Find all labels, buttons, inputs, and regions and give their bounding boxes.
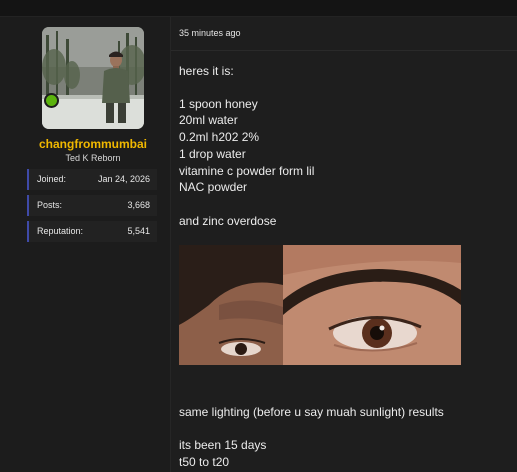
post-text-line: 20ml water [179, 113, 238, 127]
stat-label: Posts: [37, 200, 63, 210]
post-text-line: t50 to t20 [179, 455, 230, 469]
eye-comparison-photo[interactable] [179, 245, 461, 365]
stat-value: 3,668 [127, 200, 150, 210]
post-text-line: 1 drop water [179, 147, 246, 161]
stat-reputation: Reputation: 5,541 [27, 221, 157, 242]
username-link[interactable]: changfrommumbai [0, 137, 186, 151]
stat-label: Reputation: [37, 226, 84, 236]
stat-joined: Joined: Jan 24, 2026 [27, 169, 157, 190]
stat-value: Jan 24, 2026 [97, 174, 150, 184]
post-text-line: vitamine c powder form lil [179, 164, 315, 178]
post-text-line: and zinc overdose [179, 214, 277, 228]
post-text-line: same lighting (before u say muah sunligh… [179, 405, 444, 419]
post-text-line: NAC powder [179, 180, 248, 194]
top-bar [0, 0, 517, 17]
online-status-indicator [44, 93, 59, 108]
post-text-line: heres it is: [179, 64, 234, 78]
stat-label: Joined: [37, 174, 67, 184]
post-text-line: 1 spoon honey [179, 97, 258, 111]
post-text-line: its been 15 days [179, 438, 267, 452]
user-avatar-photo[interactable] [42, 27, 144, 129]
user-title: Ted K Reborn [65, 153, 121, 163]
post-timestamp-link[interactable]: 35 minutes ago [179, 28, 241, 38]
stat-posts: Posts: 3,668 [27, 195, 157, 216]
post-text-line: 0.2ml h202 2% [179, 130, 260, 144]
post-header-divider [171, 50, 517, 51]
avatar[interactable] [42, 27, 144, 129]
stat-value: 5,541 [127, 226, 150, 236]
